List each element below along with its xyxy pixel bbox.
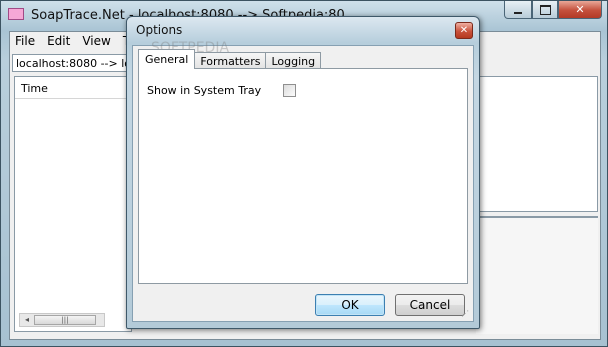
show-in-tray-checkbox[interactable]: [283, 84, 296, 97]
show-in-tray-label: Show in System Tray: [147, 84, 262, 97]
dialog-close-button[interactable]: ✕: [455, 22, 473, 39]
response-view-panel[interactable]: [476, 216, 598, 334]
connection-combo[interactable]: localhost:8080 --> localhost: [12, 54, 132, 72]
minimize-icon: [514, 11, 522, 14]
tab-strip: General Formatters Logging: [138, 49, 322, 69]
menu-edit[interactable]: Edit: [42, 32, 77, 52]
dialog-client-area: SOFTPEDIA General Formatters Logging Sho…: [132, 40, 474, 322]
main-close-button[interactable]: ✕: [558, 1, 602, 19]
ok-button[interactable]: OK: [315, 294, 385, 316]
options-dialog: Options ✕ SOFTPEDIA General Formatters L…: [126, 16, 480, 329]
close-icon: ✕: [575, 3, 585, 16]
maximize-button[interactable]: [532, 1, 558, 19]
menu-file[interactable]: File: [10, 32, 42, 52]
close-icon: ✕: [459, 25, 469, 36]
caption-buttons: ✕: [504, 1, 602, 19]
tab-logging[interactable]: Logging: [265, 52, 322, 69]
message-list[interactable]: Time ◂ |||: [14, 76, 132, 332]
tab-general[interactable]: General: [138, 49, 196, 69]
tab-formatters[interactable]: Formatters: [194, 52, 267, 69]
minimize-button[interactable]: [504, 1, 532, 19]
column-header-time[interactable]: Time: [15, 77, 131, 99]
resize-grip-icon[interactable]: ⋰: [461, 309, 471, 319]
general-tab-page: Show in System Tray: [138, 68, 468, 284]
app-icon: [8, 8, 24, 20]
request-view-panel[interactable]: [476, 76, 598, 212]
dialog-title: Options: [136, 23, 183, 37]
horizontal-scrollbar[interactable]: ◂ |||: [19, 313, 105, 327]
maximize-icon: [539, 4, 551, 15]
scroll-left-icon[interactable]: ◂: [21, 314, 33, 326]
scroll-thumb[interactable]: |||: [34, 315, 96, 325]
menu-view[interactable]: View: [77, 32, 117, 52]
cancel-button[interactable]: Cancel: [395, 294, 465, 316]
